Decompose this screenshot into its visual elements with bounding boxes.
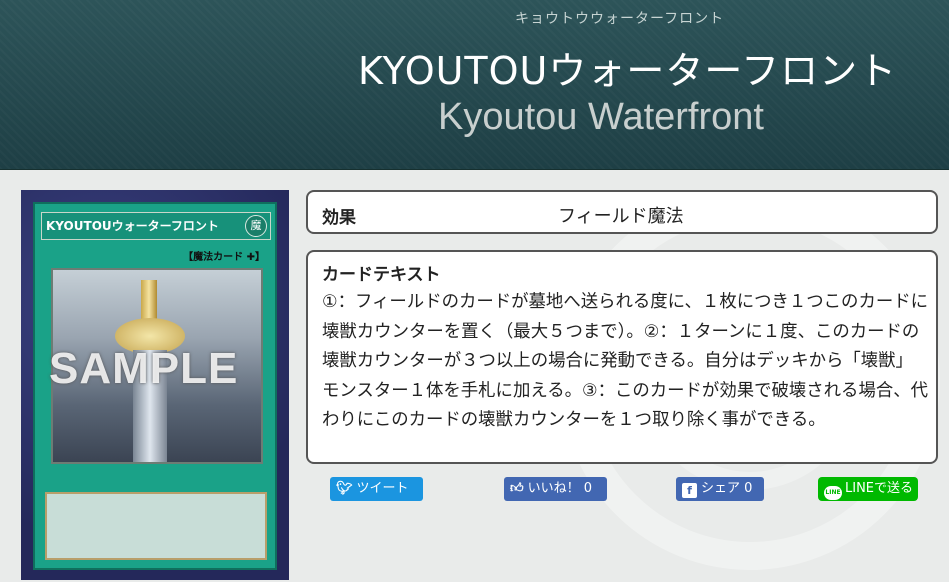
line-icon: LINE [824, 486, 842, 500]
attribute-icon: 魔 [245, 215, 267, 237]
spell-icon: ✚】 [246, 252, 265, 263]
page-subtitle: Kyoutou Waterfront [438, 96, 764, 138]
page-title: KYOUTOUウォーターフロント [358, 49, 898, 93]
card-textbox [45, 492, 267, 560]
tweet-button[interactable]: 🐦︎ ツイート [330, 477, 423, 501]
facebook-icon: f [682, 483, 697, 498]
twitter-icon: 🐦︎ [336, 481, 353, 496]
card-text-label: カードテキスト [322, 265, 441, 285]
effect-label: 効果 [322, 208, 356, 228]
card-image: KYOUTOUウォーターフロント 魔 【魔法カード ✚】 SAMPLE [21, 190, 289, 580]
facebook-share-button[interactable]: f シェア 0 [676, 477, 764, 501]
title-ruby: キョウトウウォーターフロント [515, 11, 725, 27]
tower-spire [141, 280, 157, 320]
line-share-button[interactable]: LINE LINEで送る [818, 477, 918, 501]
effect-value: フィールド魔法 [558, 206, 684, 227]
thumbs-up-icon: 👍︎ [510, 481, 524, 496]
like-button[interactable]: 👍︎ いいね！ 0 [504, 477, 607, 501]
card-text-panel: カードテキスト ①：フィールドのカードが墓地へ送られる度に、１枚につき１つこのカ… [306, 250, 938, 464]
card-text-body: ①：フィールドのカードが墓地へ送られる度に、１枚につき１つこのカードに壊獣カウン… [322, 292, 929, 430]
sample-watermark: SAMPLE [49, 344, 239, 393]
card-name: KYOUTOUウォーターフロント [41, 212, 271, 240]
effect-panel: 効果 フィールド魔法 [306, 190, 938, 234]
page-header: キョウトウウォーターフロント KYOUTOUウォーターフロント Kyoutou … [0, 0, 949, 170]
card-type: 【魔法カード ✚】 [183, 252, 265, 263]
card-face: KYOUTOUウォーターフロント 魔 【魔法カード ✚】 SAMPLE [33, 202, 277, 570]
